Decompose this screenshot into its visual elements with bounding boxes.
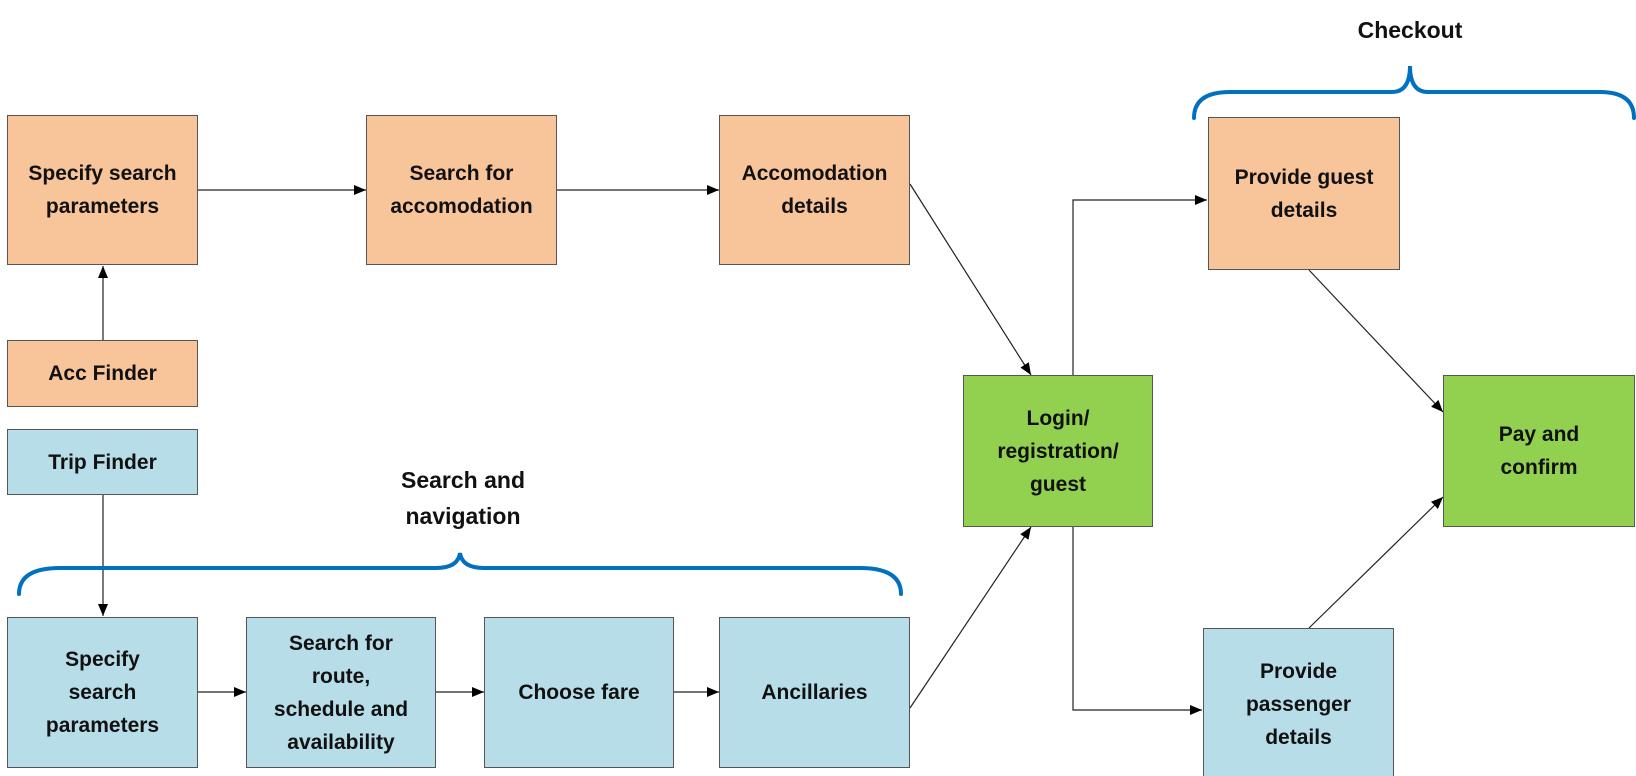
node-trip-finder: Trip Finder bbox=[7, 429, 198, 495]
node-acc-specify-search-parameters: Specify search parameters bbox=[7, 115, 198, 265]
checkout-label: Checkout bbox=[1357, 17, 1463, 43]
arrow-login-to-passenger bbox=[1072, 527, 1202, 715]
checkout-brace bbox=[1192, 65, 1636, 120]
flow-diagram: Checkout Search and navigation Specify s… bbox=[0, 0, 1636, 776]
arrow-ancillaries-to-login bbox=[909, 526, 1032, 709]
arrow-login-to-guest bbox=[1072, 195, 1207, 375]
node-pay-and-confirm: Pay and confirm bbox=[1443, 375, 1635, 527]
arrow-guest-to-pay bbox=[1308, 269, 1444, 413]
search-navigation-label: Search and navigation bbox=[401, 467, 525, 529]
node-accomodation-details: Accomodation details bbox=[719, 115, 910, 265]
node-search-route-schedule: Search for route, schedule and availabil… bbox=[246, 617, 436, 768]
node-provide-passenger-details: Provide passenger details bbox=[1203, 628, 1394, 776]
node-search-for-accomodation: Search for accomodation bbox=[366, 115, 557, 265]
node-login-registration-guest: Login/ registration/ guest bbox=[963, 375, 1153, 527]
arrow-acc-details-to-login bbox=[909, 183, 1032, 376]
arrow-passenger-to-pay bbox=[1308, 496, 1444, 629]
search-navigation-brace bbox=[17, 552, 903, 596]
node-provide-guest-details: Provide guest details bbox=[1208, 117, 1400, 270]
node-trip-specify-search-parameters: Specify search parameters bbox=[7, 617, 198, 768]
node-ancillaries: Ancillaries bbox=[719, 617, 910, 768]
node-choose-fare: Choose fare bbox=[484, 617, 674, 768]
node-acc-finder: Acc Finder bbox=[7, 340, 198, 407]
